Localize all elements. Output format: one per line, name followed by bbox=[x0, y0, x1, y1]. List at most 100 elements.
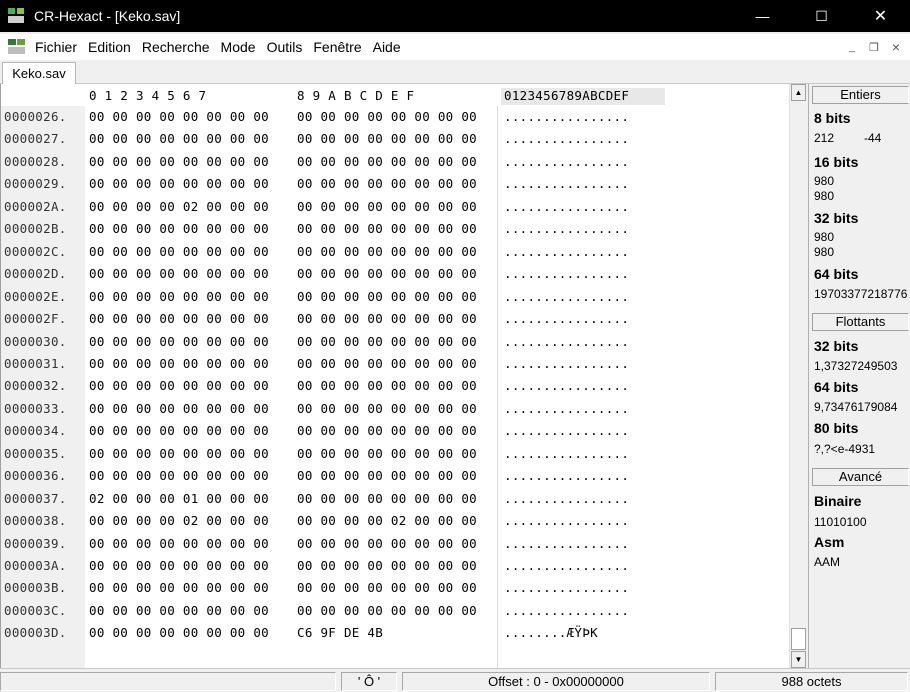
hex-row[interactable]: 000003B. 00 00 00 00 00 00 00 00 00 00 00 … bbox=[1, 577, 789, 599]
hex-row[interactable]: 000002A. 00 00 00 00 02 00 00 00 00 00 00 … bbox=[1, 196, 789, 218]
row-hex-bytes[interactable]: 00 00 00 00 00 00 00 00 bbox=[297, 109, 477, 124]
row-hex-bytes[interactable]: 00 00 00 00 00 00 00 00 bbox=[89, 468, 269, 483]
row-hex-bytes[interactable]: 00 00 00 00 00 00 00 00 bbox=[297, 311, 477, 326]
row-ascii[interactable]: ................ bbox=[504, 199, 629, 214]
hex-row[interactable]: 000002C. 00 00 00 00 00 00 00 00 00 00 00 … bbox=[1, 241, 789, 263]
vertical-scrollbar[interactable]: ▲ ▼ bbox=[789, 84, 806, 668]
close-button[interactable]: ✕ bbox=[851, 0, 910, 32]
row-hex-bytes[interactable]: 00 00 00 00 00 00 00 00 bbox=[89, 176, 269, 191]
hex-row[interactable]: 0000037. 02 00 00 00 01 00 00 00 00 00 00 … bbox=[1, 488, 789, 510]
row-hex-bytes[interactable]: 00 00 00 00 00 00 00 00 bbox=[297, 244, 477, 259]
row-ascii[interactable]: ................ bbox=[504, 536, 629, 551]
row-hex-bytes[interactable]: 00 00 00 00 00 00 00 00 bbox=[297, 356, 477, 371]
row-hex-bytes[interactable]: 00 00 00 00 00 00 00 00 bbox=[89, 244, 269, 259]
row-hex-bytes[interactable]: 00 00 00 00 00 00 00 00 bbox=[89, 423, 269, 438]
row-hex-bytes[interactable]: 00 00 00 00 02 00 00 00 bbox=[89, 513, 269, 528]
row-ascii[interactable]: ................ bbox=[504, 266, 629, 281]
row-hex-bytes[interactable]: 00 00 00 00 00 00 00 00 bbox=[89, 625, 269, 640]
hex-row[interactable]: 000002D. 00 00 00 00 00 00 00 00 00 00 00 … bbox=[1, 263, 789, 285]
row-ascii[interactable]: ................ bbox=[504, 244, 629, 259]
row-hex-bytes[interactable]: 00 00 00 00 00 00 00 00 bbox=[89, 266, 269, 281]
row-hex-bytes[interactable]: 00 00 00 00 00 00 00 00 bbox=[89, 603, 269, 618]
row-hex-bytes[interactable]: 00 00 00 00 00 00 00 00 bbox=[297, 266, 477, 281]
hex-row[interactable]: 0000026. 00 00 00 00 00 00 00 00 00 00 00 … bbox=[1, 106, 789, 128]
tab-keko-sav[interactable]: Keko.sav bbox=[2, 62, 76, 84]
hex-row[interactable]: 000002F. 00 00 00 00 00 00 00 00 00 00 00 … bbox=[1, 308, 789, 330]
entiers-header[interactable]: Entiers bbox=[812, 86, 909, 104]
hex-row[interactable]: 0000032. 00 00 00 00 00 00 00 00 00 00 00 … bbox=[1, 375, 789, 397]
row-hex-bytes[interactable]: 00 00 00 00 00 00 00 00 bbox=[89, 221, 269, 236]
row-hex-bytes[interactable]: 00 00 00 00 00 00 00 00 bbox=[89, 558, 269, 573]
row-ascii[interactable]: ................ bbox=[504, 176, 629, 191]
row-hex-bytes[interactable]: 00 00 00 00 00 00 00 00 bbox=[297, 536, 477, 551]
row-ascii[interactable]: ................ bbox=[504, 558, 629, 573]
hex-row[interactable]: 0000036. 00 00 00 00 00 00 00 00 00 00 00 … bbox=[1, 465, 789, 487]
hex-row[interactable]: 0000034. 00 00 00 00 00 00 00 00 00 00 00 … bbox=[1, 420, 789, 442]
hex-row[interactable]: 000002E. 00 00 00 00 00 00 00 00 00 00 00 … bbox=[1, 286, 789, 308]
row-ascii[interactable]: ................ bbox=[504, 378, 629, 393]
row-ascii[interactable]: ................ bbox=[504, 131, 629, 146]
row-hex-bytes[interactable]: 00 00 00 00 00 00 00 00 bbox=[89, 289, 269, 304]
row-hex-bytes[interactable]: 00 00 00 00 02 00 00 00 bbox=[297, 513, 477, 528]
row-ascii[interactable]: ................ bbox=[504, 580, 629, 595]
row-hex-bytes[interactable]: 00 00 00 00 00 00 00 00 bbox=[89, 334, 269, 349]
hex-row[interactable]: 000002B. 00 00 00 00 00 00 00 00 00 00 00 … bbox=[1, 218, 789, 240]
hex-row[interactable]: 0000028. 00 00 00 00 00 00 00 00 00 00 00 … bbox=[1, 151, 789, 173]
minimize-button[interactable]: — bbox=[733, 0, 792, 32]
row-hex-bytes[interactable]: 00 00 00 00 00 00 00 00 bbox=[297, 176, 477, 191]
row-ascii[interactable]: ........ÆŸÞK bbox=[504, 625, 598, 640]
maximize-button[interactable]: ☐ bbox=[792, 0, 851, 32]
hex-row[interactable]: 0000029. 00 00 00 00 00 00 00 00 00 00 00 … bbox=[1, 173, 789, 195]
row-hex-bytes[interactable]: 02 00 00 00 01 00 00 00 bbox=[89, 491, 269, 506]
row-hex-bytes[interactable]: 00 00 00 00 00 00 00 00 bbox=[297, 580, 477, 595]
hex-row[interactable]: 0000039. 00 00 00 00 00 00 00 00 00 00 00 … bbox=[1, 533, 789, 555]
row-hex-bytes[interactable]: 00 00 00 00 00 00 00 00 bbox=[297, 491, 477, 506]
row-hex-bytes[interactable]: 00 00 00 00 00 00 00 00 bbox=[297, 334, 477, 349]
row-hex-bytes[interactable]: 00 00 00 00 00 00 00 00 bbox=[297, 378, 477, 393]
hex-editor-view[interactable]: 0 1 2 3 4 5 6 7 8 9 A B C D E F 01234567… bbox=[0, 84, 789, 668]
row-hex-bytes[interactable]: 00 00 00 00 00 00 00 00 bbox=[89, 356, 269, 371]
row-hex-bytes[interactable]: 00 00 00 00 02 00 00 00 bbox=[89, 199, 269, 214]
hex-row[interactable]: 0000038. 00 00 00 00 02 00 00 00 00 00 00 … bbox=[1, 510, 789, 532]
row-ascii[interactable]: ................ bbox=[504, 401, 629, 416]
row-hex-bytes[interactable]: 00 00 00 00 00 00 00 00 bbox=[297, 401, 477, 416]
scroll-up-arrow-icon[interactable]: ▲ bbox=[791, 84, 806, 101]
row-hex-bytes[interactable]: 00 00 00 00 00 00 00 00 bbox=[297, 131, 477, 146]
row-hex-bytes[interactable]: 00 00 00 00 00 00 00 00 bbox=[297, 221, 477, 236]
scroll-down-arrow-icon[interactable]: ▼ bbox=[791, 651, 806, 668]
row-hex-bytes[interactable]: 00 00 00 00 00 00 00 00 bbox=[89, 131, 269, 146]
row-hex-bytes[interactable]: 00 00 00 00 00 00 00 00 bbox=[89, 154, 269, 169]
row-hex-bytes[interactable]: 00 00 00 00 00 00 00 00 bbox=[89, 580, 269, 595]
row-hex-bytes[interactable]: 00 00 00 00 00 00 00 00 bbox=[89, 109, 269, 124]
row-ascii[interactable]: ................ bbox=[504, 513, 629, 528]
menu-edition[interactable]: Edition bbox=[87, 39, 139, 55]
hex-row[interactable]: 000003C. 00 00 00 00 00 00 00 00 00 00 00 … bbox=[1, 600, 789, 622]
row-ascii[interactable]: ................ bbox=[504, 356, 629, 371]
row-hex-bytes[interactable]: 00 00 00 00 00 00 00 00 bbox=[297, 423, 477, 438]
hex-row[interactable]: 0000030. 00 00 00 00 00 00 00 00 00 00 00 … bbox=[1, 331, 789, 353]
row-ascii[interactable]: ................ bbox=[504, 423, 629, 438]
document-icon[interactable] bbox=[6, 38, 28, 56]
hex-row[interactable]: 000003D. 00 00 00 00 00 00 00 00 C6 9F DE … bbox=[1, 622, 789, 644]
scroll-thumb[interactable] bbox=[791, 628, 806, 650]
menu-recherche[interactable]: Recherche bbox=[141, 39, 218, 55]
avance-header[interactable]: Avancé bbox=[812, 468, 909, 486]
row-ascii[interactable]: ................ bbox=[504, 334, 629, 349]
row-hex-bytes[interactable]: 00 00 00 00 00 00 00 00 bbox=[89, 536, 269, 551]
mdi-close-button[interactable]: × bbox=[886, 37, 906, 57]
mdi-minimize-button[interactable]: _ bbox=[842, 37, 862, 57]
row-hex-bytes[interactable]: 00 00 00 00 00 00 00 00 bbox=[89, 378, 269, 393]
row-hex-bytes[interactable]: 00 00 00 00 00 00 00 00 bbox=[297, 199, 477, 214]
row-ascii[interactable]: ................ bbox=[504, 289, 629, 304]
flottants-header[interactable]: Flottants bbox=[812, 313, 909, 331]
row-ascii[interactable]: ................ bbox=[504, 109, 629, 124]
row-hex-bytes[interactable]: 00 00 00 00 00 00 00 00 bbox=[89, 401, 269, 416]
hex-row[interactable]: 0000033. 00 00 00 00 00 00 00 00 00 00 00 … bbox=[1, 398, 789, 420]
hex-row[interactable]: 0000035. 00 00 00 00 00 00 00 00 00 00 00 … bbox=[1, 443, 789, 465]
row-hex-bytes[interactable]: 00 00 00 00 00 00 00 00 bbox=[297, 289, 477, 304]
row-hex-bytes[interactable]: 00 00 00 00 00 00 00 00 bbox=[297, 603, 477, 618]
row-ascii[interactable]: ................ bbox=[504, 221, 629, 236]
mdi-restore-button[interactable]: ❐ bbox=[864, 37, 884, 57]
row-ascii[interactable]: ................ bbox=[504, 468, 629, 483]
hex-row[interactable]: 0000027. 00 00 00 00 00 00 00 00 00 00 00 … bbox=[1, 128, 789, 150]
